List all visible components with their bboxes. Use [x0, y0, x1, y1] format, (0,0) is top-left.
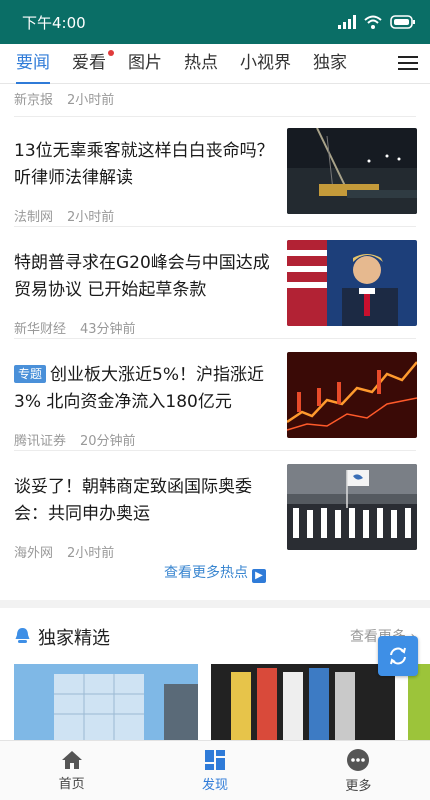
news-thumbnail [287, 464, 417, 550]
tab-aikan[interactable]: 爱看 [72, 44, 114, 84]
nav-discover[interactable]: 发现 [143, 741, 286, 800]
topic-badge: 专题 [14, 365, 47, 383]
bottom-navigation: 首页 发现 更多 [0, 740, 430, 800]
news-thumbnail [287, 240, 417, 326]
tab-tupian[interactable]: 图片 [128, 44, 162, 84]
tab-label: 图片 [128, 52, 162, 73]
status-time: 下午4:00 [22, 13, 86, 32]
nav-more[interactable]: 更多 [287, 741, 430, 800]
nav-label: 发现 [201, 777, 228, 793]
item-source: 新京报 [14, 93, 54, 108]
wifi-icon [364, 15, 382, 29]
news-title: 13位无辜乘客就这样白白丧命吗？听律师法律解读 [14, 141, 274, 188]
news-item[interactable]: 专题 创业板大涨近5%！沪指涨近3% 北向资金净流入180亿元 腾讯证券 20分钟… [0, 352, 430, 464]
item-source: 新华财经 [14, 322, 67, 337]
divider [14, 226, 416, 227]
divider [14, 450, 416, 451]
news-title: 谈妥了！朝韩商定致函国际奥委会：共同申办奥运 [14, 477, 252, 524]
channel-tabs: 要闻 爱看 图片 热点 小视界 独家 [0, 44, 430, 84]
item-source: 海外网 [14, 546, 54, 561]
item-time: 20分钟前 [80, 434, 136, 449]
more-dots-icon [347, 748, 370, 771]
status-icons [338, 15, 416, 29]
signal-icon [338, 15, 356, 29]
section-title: 独家精选 [38, 628, 110, 649]
tab-label: 爱看 [72, 52, 106, 73]
news-title: 专题 创业板大涨近5%！沪指涨近3% 北向资金净流入180亿元 [14, 362, 276, 416]
news-item[interactable]: 13位无辜乘客就这样白白丧命吗？听律师法律解读 法制网 2小时前 [0, 128, 430, 240]
status-bar: 下午4:00 [0, 0, 430, 44]
divider [14, 116, 416, 117]
exclusive-card[interactable] [211, 664, 395, 740]
refresh-icon [390, 647, 406, 665]
tab-xiaoshijie[interactable]: 小视界 [240, 44, 291, 84]
grid-icon [204, 749, 225, 770]
news-thumbnail [287, 128, 417, 214]
item-source: 腾讯证券 [14, 434, 67, 449]
home-icon [61, 750, 82, 769]
item-time: 43分钟前 [80, 322, 136, 337]
news-title: 特朗普寻求在G20峰会与中国达成贸易协议 已开始起草条款 [14, 253, 270, 300]
item-time: 2小时前 [67, 210, 115, 225]
tab-dujia[interactable]: 独家 [313, 44, 347, 84]
unread-dot [108, 49, 114, 56]
news-thumbnail [287, 352, 417, 438]
tab-redian[interactable]: 热点 [184, 44, 218, 84]
tab-label: 热点 [184, 52, 218, 73]
news-meta: 新华财经 43分钟前 [14, 318, 136, 337]
more-hot-label: 查看更多热点 [164, 565, 248, 581]
exclusive-header: 独家精选 查看更多 › [0, 608, 430, 658]
nav-label: 首页 [58, 776, 85, 792]
more-hot-link[interactable]: 查看更多热点 ▶ [0, 562, 430, 583]
tab-label: 小视界 [240, 52, 291, 73]
item-time: 2小时前 [67, 546, 115, 561]
item-source: 法制网 [14, 210, 54, 225]
news-meta: 腾讯证券 20分钟前 [14, 430, 136, 449]
nav-label: 更多 [345, 778, 372, 794]
news-title-text: 创业板大涨近5%！沪指涨近3% 北向资金净流入180亿元 [14, 365, 264, 412]
partial-item-meta: 新京报 2小时前 [14, 89, 114, 108]
menu-icon[interactable] [398, 52, 418, 74]
news-item[interactable]: 特朗普寻求在G20峰会与中国达成贸易协议 已开始起草条款 新华财经 43分钟前 [0, 240, 430, 352]
tab-label: 要闻 [16, 52, 50, 73]
news-item[interactable]: 谈妥了！朝韩商定致函国际奥委会：共同申办奥运 海外网 2小时前 [0, 464, 430, 576]
tab-yaowen[interactable]: 要闻 [16, 44, 50, 84]
divider [14, 338, 416, 339]
chevron-right-icon: ▶ [252, 569, 266, 583]
nav-home[interactable]: 首页 [0, 741, 143, 800]
news-feed: 新京报 2小时前 13位无辜乘客就这样白白丧命吗？听律师法律解读 法制网 2小时… [0, 84, 430, 740]
news-meta: 海外网 2小时前 [14, 542, 114, 561]
exclusive-cards [0, 664, 430, 740]
section-gap [0, 600, 430, 608]
tab-label: 独家 [313, 52, 347, 73]
battery-icon [390, 15, 415, 29]
item-time: 2小时前 [67, 93, 115, 108]
refresh-button[interactable] [378, 636, 418, 676]
news-meta: 法制网 2小时前 [14, 206, 114, 225]
exclusive-card[interactable] [14, 664, 198, 740]
penguin-icon [15, 628, 30, 643]
